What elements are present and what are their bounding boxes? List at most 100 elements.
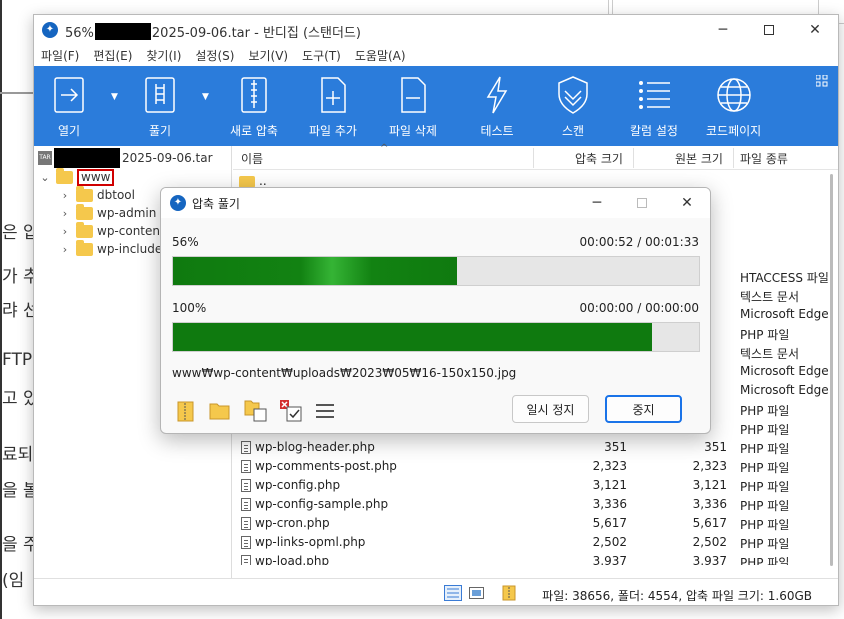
menu-find[interactable]: 찾기(I) — [139, 47, 188, 64]
grid-view-icon[interactable] — [816, 75, 828, 87]
extract-icon — [145, 77, 175, 113]
bg-text-fragment: FTP — [2, 350, 33, 370]
delete-file-label: 파일 삭제 — [389, 124, 437, 138]
dialog-title: 압축 풀기 — [192, 197, 240, 211]
menu-tools[interactable]: 도구(T) — [295, 47, 348, 64]
column-header-original[interactable]: 원본 크기 — [675, 150, 723, 167]
current-file-path: www₩wp-content₩uploads₩2023₩05₩16-150x15… — [172, 366, 517, 380]
folder-icon[interactable] — [208, 399, 232, 423]
test-label: 테스트 — [480, 124, 514, 138]
chevron-right-icon[interactable]: › — [58, 243, 72, 256]
tree-item-wp-includes[interactable]: › wp-includes — [58, 239, 169, 258]
stop-button[interactable]: 중지 — [605, 395, 682, 423]
minimize-button[interactable]: ─ — [700, 15, 746, 45]
open-dropdown-icon[interactable]: ▼ — [111, 92, 118, 102]
title-bar[interactable]: ✦ 56% 2025-09-06.tar - 반디집 (스탠더드) ─ ✕ — [34, 15, 838, 45]
column-header-type[interactable]: 파일 종류 — [740, 150, 788, 167]
redacted-block — [54, 148, 120, 168]
open-folder-icon[interactable] — [175, 399, 199, 423]
table-row[interactable]: wp-config.php 3,121 3,121 PHP 파일 — [233, 476, 823, 495]
archive-icon — [502, 585, 516, 601]
table-row[interactable]: wp-config-sample.php 3,336 3,336 PHP 파일 — [233, 495, 823, 514]
table-row[interactable]: wp-load.php 3,937 3,937 PHP 파일 — [233, 552, 823, 565]
new-archive-button[interactable]: 새로 압축 — [230, 74, 278, 139]
pause-button[interactable]: 일시 정지 — [512, 395, 589, 423]
delete-file-button[interactable]: 파일 삭제 — [389, 74, 437, 139]
tree-item-wp-content[interactable]: › wp-content — [58, 221, 165, 240]
lightning-icon — [486, 76, 508, 114]
menu-file[interactable]: 파일(F) — [34, 47, 86, 64]
chevron-right-icon[interactable]: › — [58, 225, 72, 238]
file-progress-percent: 100% — [172, 301, 207, 315]
vertical-scrollbar[interactable] — [830, 174, 833, 566]
total-progress-percent: 56% — [172, 235, 199, 249]
minimize-icon: ─ — [592, 195, 602, 211]
table-row[interactable]: wp-comments-post.php 2,323 2,323 PHP 파일 — [233, 457, 823, 476]
list-icon — [638, 81, 670, 109]
scan-button[interactable]: 스캔 — [553, 74, 593, 139]
menu-view[interactable]: 보기(V) — [241, 47, 295, 64]
globe-icon — [716, 78, 751, 112]
file-icon — [241, 517, 251, 530]
bandizip-logo-icon: ✦ — [42, 22, 58, 38]
menu-edit[interactable]: 편집(E) — [86, 47, 139, 64]
open-button[interactable]: 열기 — [49, 74, 89, 139]
toolbar: 열기 ▼ 풀기 ▼ 새로 압축 파일 추가 파일 삭제 테스트 스캔 칼럼 설정… — [34, 66, 838, 146]
folder-icon — [76, 239, 93, 256]
codepage-button[interactable]: 코드페이지 — [706, 74, 761, 139]
menu-icon[interactable] — [313, 399, 337, 423]
details-view-icon[interactable] — [444, 585, 462, 601]
new-archive-icon — [241, 77, 267, 113]
tar-file-icon: TAR — [38, 151, 52, 165]
folder-icon — [56, 167, 73, 184]
tree-item-wp-admin[interactable]: › wp-admin — [58, 203, 156, 222]
maximize-icon — [637, 198, 647, 208]
add-file-button[interactable]: 파일 추가 — [309, 74, 357, 139]
close-button[interactable]: ✕ — [792, 15, 838, 45]
table-row[interactable]: wp-links-opml.php 2,502 2,502 PHP 파일 — [233, 533, 823, 552]
table-row[interactable]: wp-blog-header.php 351 351 PHP 파일 — [233, 438, 823, 457]
bg-text-fragment: (임 — [2, 571, 25, 591]
menu-help[interactable]: 도움말(A) — [348, 47, 413, 64]
maximize-icon — [764, 25, 774, 35]
table-row[interactable]: wp-cron.php 5,617 5,617 PHP 파일 — [233, 514, 823, 533]
tree-archive-root[interactable]: TAR 2025-09-06.tar — [38, 148, 213, 168]
column-settings-button[interactable]: 칼럼 설정 — [630, 74, 678, 139]
column-header-name[interactable]: 이름 — [241, 150, 263, 167]
folder-file-icon[interactable] — [244, 399, 268, 423]
tree-item-www[interactable]: ⌄ www — [38, 167, 115, 186]
menu-settings[interactable]: 설정(S) — [188, 47, 241, 64]
tree-item-label: dbtool — [97, 188, 135, 202]
extract-button[interactable]: 풀기 — [140, 74, 180, 139]
maximize-button[interactable] — [746, 15, 792, 45]
open-icon — [54, 77, 84, 113]
dialog-close-button[interactable]: ✕ — [665, 188, 709, 218]
thumbnail-view-icon[interactable] — [468, 585, 486, 601]
shield-icon — [558, 76, 588, 114]
delete-file-icon — [401, 77, 426, 113]
file-icon — [241, 498, 251, 511]
extract-dropdown-icon[interactable]: ▼ — [202, 92, 209, 102]
dialog-minimize-button[interactable]: ─ — [575, 188, 619, 218]
chevron-down-icon[interactable]: ⌄ — [38, 171, 52, 184]
total-progress-fill — [173, 257, 458, 285]
horizontal-scrollbar[interactable] — [233, 571, 823, 574]
dialog-maximize-button[interactable] — [620, 188, 664, 218]
close-icon: ✕ — [681, 195, 693, 211]
add-file-label: 파일 추가 — [309, 124, 357, 138]
file-icon — [241, 460, 251, 473]
file-progress-time: 00:00:00 / 00:00:00 — [579, 301, 699, 315]
status-summary: 파일: 38656, 폴더: 4554, 압축 파일 크기: 1.60GB — [542, 589, 812, 603]
test-button[interactable]: 테스트 — [477, 74, 517, 139]
tree-item-dbtool[interactable]: › dbtool — [58, 185, 135, 204]
redacted-block — [94, 23, 151, 40]
delete-after-extract-icon[interactable] — [279, 399, 303, 423]
file-icon — [241, 479, 251, 492]
dialog-title-bar[interactable]: ✦ 압축 풀기 ─ ✕ — [161, 188, 710, 218]
new-archive-label: 새로 압축 — [230, 124, 278, 138]
chevron-right-icon[interactable]: › — [58, 207, 72, 220]
window-title: 56% 2025-09-06.tar - 반디집 (스탠더드) — [65, 22, 361, 41]
chevron-right-icon[interactable]: › — [58, 189, 72, 202]
column-header-compressed[interactable]: 압축 크기 — [575, 150, 623, 167]
folder-icon — [76, 185, 93, 202]
